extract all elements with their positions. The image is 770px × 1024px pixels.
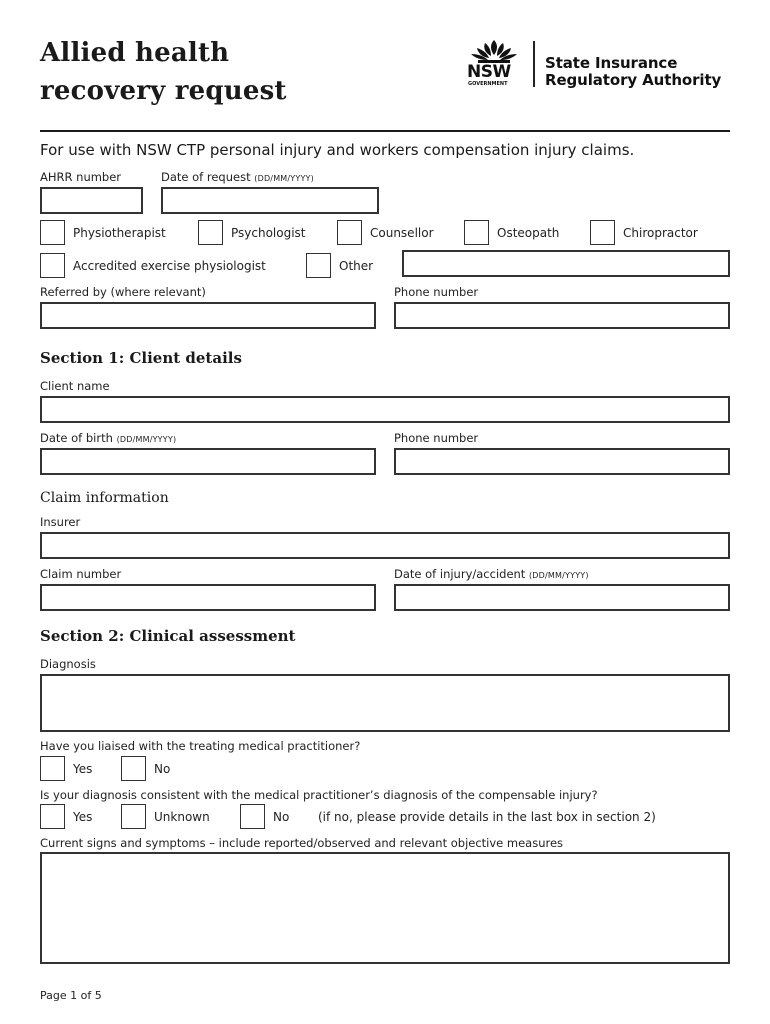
form-title: Allied health recovery request xyxy=(40,34,287,110)
chiropractor-checkbox[interactable] xyxy=(590,220,615,245)
physiotherapist-checkbox[interactable] xyxy=(40,220,65,245)
claim-number-label: Claim number xyxy=(40,567,122,581)
nsw-wordmark: NSW xyxy=(467,62,511,82)
organisation-name: State Insurance Regulatory Authority xyxy=(545,54,722,89)
client-phone-input[interactable] xyxy=(394,448,730,475)
diagnosis-label: Diagnosis xyxy=(40,657,96,671)
consistent-no-label: No xyxy=(273,810,290,824)
consistent-unknown-label: Unknown xyxy=(154,810,210,824)
other-provider-input[interactable] xyxy=(402,250,730,277)
waratah-flower-icon xyxy=(471,40,517,63)
osteopath-checkbox[interactable] xyxy=(464,220,489,245)
date-of-birth-label: Date of birth (DD/MM/YYYY) xyxy=(40,431,177,445)
section2-heading: Section 2: Clinical assessment xyxy=(40,627,296,645)
date-of-birth-input[interactable] xyxy=(40,448,376,475)
counsellor-label: Counsellor xyxy=(370,226,434,240)
client-name-input[interactable] xyxy=(40,396,730,423)
ahrr-number-input[interactable] xyxy=(40,187,143,214)
consistent-unknown-checkbox[interactable] xyxy=(121,804,146,829)
referrer-phone-label: Phone number xyxy=(394,285,479,299)
symptoms-label: Current signs and symptoms – include rep… xyxy=(40,836,564,850)
psychologist-checkbox[interactable] xyxy=(198,220,223,245)
logo-divider xyxy=(533,41,535,87)
consistent-no-note: (if no, please provide details in the la… xyxy=(318,810,656,824)
claim-number-input[interactable] xyxy=(40,584,376,611)
injury-date-format-hint: (DD/MM/YYYY) xyxy=(528,571,589,580)
dob-format-hint: (DD/MM/YYYY) xyxy=(116,435,177,444)
insurer-input[interactable] xyxy=(40,532,730,559)
referrer-phone-input[interactable] xyxy=(394,302,730,329)
counsellor-checkbox[interactable] xyxy=(337,220,362,245)
chiropractor-label: Chiropractor xyxy=(623,226,698,240)
referred-by-input[interactable] xyxy=(40,302,376,329)
date-of-injury-label: Date of injury/accident (DD/MM/YYYY) xyxy=(394,567,589,581)
other-label: Other xyxy=(339,259,374,273)
exercise-physiologist-label: Accredited exercise physiologist xyxy=(73,259,266,273)
client-name-label: Client name xyxy=(40,379,110,393)
section1-heading: Section 1: Client details xyxy=(40,349,242,367)
physiotherapist-label: Physiotherapist xyxy=(73,226,166,240)
form-title-line2: recovery request xyxy=(40,76,287,106)
page-number: Page 1 of 5 xyxy=(40,989,102,1002)
other-checkbox[interactable] xyxy=(306,253,331,278)
consistent-no-checkbox[interactable] xyxy=(240,804,265,829)
government-wordmark: GOVERNMENT xyxy=(468,81,508,87)
date-of-request-label: Date of request (DD/MM/YYYY) xyxy=(161,170,314,184)
date-format-hint: (DD/MM/YYYY) xyxy=(254,174,314,183)
intro-text: For use with NSW CTP personal injury and… xyxy=(40,141,635,159)
consistent-yes-checkbox[interactable] xyxy=(40,804,65,829)
date-of-injury-input[interactable] xyxy=(394,584,730,611)
symptoms-textarea[interactable] xyxy=(40,852,730,964)
liaised-no-checkbox[interactable] xyxy=(121,756,146,781)
client-phone-label: Phone number xyxy=(394,431,479,445)
header-divider xyxy=(40,130,730,132)
referred-by-label: Referred by (where relevant) xyxy=(40,285,206,299)
claim-information-heading: Claim information xyxy=(40,490,169,506)
date-of-request-input[interactable] xyxy=(161,187,379,214)
diagnosis-textarea[interactable] xyxy=(40,674,730,732)
consistent-question: Is your diagnosis consistent with the me… xyxy=(40,788,598,802)
osteopath-label: Osteopath xyxy=(497,226,560,240)
form-title-line1: Allied health xyxy=(40,38,230,68)
exercise-physiologist-checkbox[interactable] xyxy=(40,253,65,278)
liaised-yes-label: Yes xyxy=(73,762,93,776)
consistent-yes-label: Yes xyxy=(73,810,93,824)
liaised-question: Have you liaised with the treating medic… xyxy=(40,739,361,753)
ahrr-number-label: AHRR number xyxy=(40,170,122,184)
psychologist-label: Psychologist xyxy=(231,226,306,240)
insurer-label: Insurer xyxy=(40,515,81,529)
liaised-yes-checkbox[interactable] xyxy=(40,756,65,781)
liaised-no-label: No xyxy=(154,762,171,776)
